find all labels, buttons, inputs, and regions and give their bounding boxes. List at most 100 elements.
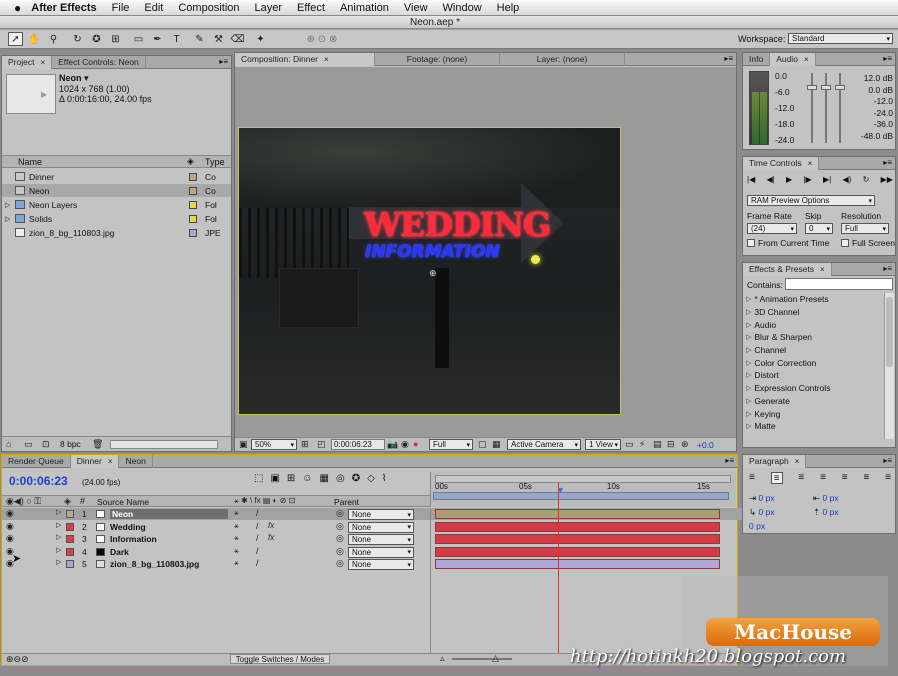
ram-preview-icon[interactable]: ▶▶ [881,175,893,187]
full-screen-checkbox[interactable] [841,239,849,247]
workspace-select[interactable]: Standard [788,33,893,44]
panel-menu-icon[interactable]: ▸≡ [883,158,892,167]
disclosure-triangle-icon[interactable]: ▷ [5,215,15,223]
view-layout-select[interactable]: 1 View [585,439,621,450]
first-frame-icon[interactable]: |◀ [747,175,755,187]
rotate-tool-icon[interactable]: ↻ [70,32,85,46]
layer-name[interactable]: Wedding [110,522,146,532]
menu-layer[interactable]: Layer [255,2,283,14]
close-icon[interactable]: × [324,55,329,64]
collapse-switch-icon[interactable]: ⚹ [234,558,239,568]
safe-zones-icon[interactable]: ⊞ [301,439,309,450]
project-item[interactable]: Dinner Co [2,170,231,183]
snapshot-icon[interactable]: 📷 [387,439,398,450]
loop-icon[interactable]: ↻ [863,175,870,187]
label-color-swatch[interactable] [189,186,197,195]
previous-frame-icon[interactable]: ◀| [767,175,775,187]
effects-search-input[interactable] [785,278,893,290]
close-icon[interactable]: × [108,457,113,466]
effects-scrollbar[interactable] [884,293,894,439]
exposure-value[interactable]: +0.0 [697,440,714,450]
pick-whip-icon[interactable]: ◎ [336,558,344,569]
tab-neon[interactable]: Neon [119,454,153,468]
skip-select[interactable]: 0 [805,223,833,234]
audio-toggle-icon[interactable]: ◀) [843,175,852,187]
effect-switch-icon[interactable]: fx [268,533,274,542]
space-after-value[interactable]: 0 px [749,521,765,531]
zoom-out-icon[interactable]: ▵ [440,653,445,664]
axis-mode-icons[interactable]: ⊕ ⊙ ⊗ [302,32,342,46]
tab-paragraph[interactable]: Paragraph × [743,454,807,468]
effect-category[interactable]: Audio [743,318,883,331]
live-update-icon[interactable]: ⬚ [254,473,263,489]
tab-footage[interactable]: Footage: (none) [375,52,500,66]
work-area-bar[interactable] [435,475,731,483]
tab-time-controls[interactable]: Time Controls × [743,156,820,170]
anchor-point-icon[interactable]: ⊕ [429,268,437,279]
layer-name[interactable]: Information [110,534,157,544]
type-tool-icon[interactable]: T [169,32,184,46]
auto-keyframe-icon[interactable]: ◇ [367,473,375,489]
tab-info[interactable]: Info [743,52,771,66]
eye-icon[interactable]: ◉ [6,508,14,519]
frame-rate-select[interactable]: (24) [747,223,797,234]
zoom-in-icon[interactable]: △ [492,653,499,664]
ram-preview-select[interactable]: RAM Preview Options [747,195,875,206]
layer-name[interactable]: Neon [110,509,228,519]
new-folder-icon[interactable]: ▭ [24,439,33,450]
layer-row[interactable]: ◉ ▷ 3 Information ⚹ / fx ◎ None [2,533,742,546]
layer-label-swatch[interactable] [66,547,74,556]
disclosure-triangle-icon[interactable]: ▷ [5,201,15,209]
disclosure-triangle-icon[interactable]: ▷ [56,508,61,516]
close-icon[interactable]: × [795,457,800,466]
shy-layers-icon[interactable]: ☺ [302,473,312,489]
next-frame-icon[interactable]: |▶ [803,175,811,187]
first-line-value[interactable]: 0 px [758,507,774,517]
brush-tool-icon[interactable]: ✎ [192,32,207,46]
effect-category[interactable]: Blur & Sharpen [743,331,883,344]
label-color-swatch[interactable] [189,200,197,209]
camera-select[interactable]: Active Camera [507,439,581,450]
project-item[interactable]: Neon Co [2,184,231,197]
project-item[interactable]: zion_8_bg_110803.jpg JPE [2,226,231,239]
menu-effect[interactable]: Effect [297,2,325,14]
layer-duration-bar[interactable] [435,559,720,570]
close-icon[interactable]: × [820,265,825,274]
justify-right-icon[interactable]: ≡ [863,472,869,484]
magnification-select[interactable]: 50% [251,439,297,450]
slider-thumb-master[interactable] [835,85,845,90]
quality-switch-icon[interactable]: / [256,558,259,568]
project-item[interactable]: ▷ Solids Fol [2,212,231,225]
effect-switch-icon[interactable]: fx [268,521,274,530]
hand-tool-icon[interactable]: ✋ [27,32,42,46]
flowchart-icon[interactable]: ⊟ [667,439,675,450]
effect-category[interactable]: Expression Controls [743,382,883,395]
layer-row[interactable]: ◉ ▷ 2 Wedding ⚹ / fx ◎ None [2,521,742,533]
pick-whip-icon[interactable]: ◎ [336,508,344,519]
menu-animation[interactable]: Animation [340,2,389,14]
effect-category[interactable]: Matte [743,420,883,433]
reset-exposure-icon[interactable]: ⊛ [681,439,689,450]
draft-3d-icon[interactable]: ▣ [270,473,279,489]
label-column-icon[interactable]: ◈ [64,496,71,507]
disclosure-triangle-icon[interactable]: ▷ [56,521,61,529]
effect-category[interactable]: Color Correction [743,356,883,369]
align-right-icon[interactable]: ≡ [798,472,804,484]
disclosure-triangle-icon[interactable]: ▷ [56,558,61,566]
close-icon[interactable]: × [804,55,809,64]
label-color-swatch[interactable] [189,228,197,237]
quality-switch-icon[interactable]: / [256,508,259,518]
layer-label-swatch[interactable] [66,560,74,569]
slider-thumb-left[interactable] [807,85,817,90]
indent-left-value[interactable]: 0 px [758,493,774,503]
label-color-swatch[interactable] [189,214,197,223]
effect-category[interactable]: 3D Channel [743,306,883,319]
layer-label-swatch[interactable] [66,510,74,518]
parent-select[interactable]: None [348,509,414,520]
tab-effect-controls[interactable]: Effect Controls: Neon [52,55,146,69]
play-icon[interactable]: ▶ [786,175,792,187]
align-left-icon[interactable]: ≡ [749,472,755,484]
pen-tool-icon[interactable]: ✒ [150,32,165,46]
tab-composition[interactable]: Composition: Dinner × [235,52,375,66]
collapse-switch-icon[interactable]: ⚹ [234,533,239,543]
